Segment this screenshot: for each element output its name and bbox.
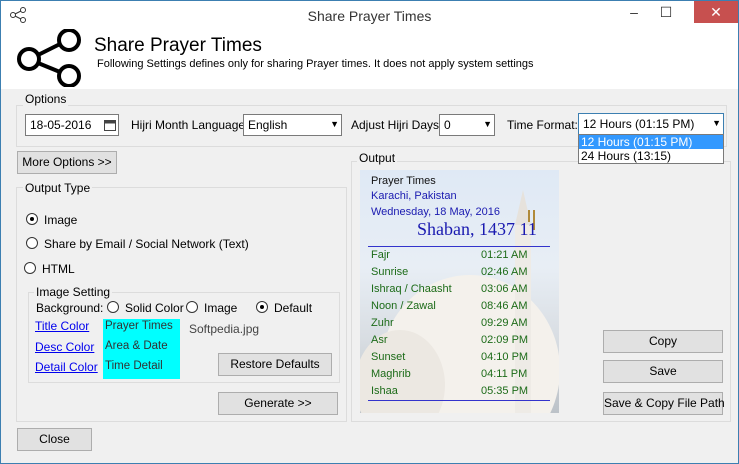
desc-color-link[interactable]: Desc Color <box>35 340 94 354</box>
preview-hijri-date: Shaban, 1437 11 <box>417 219 537 239</box>
copy-button[interactable]: Copy <box>603 330 723 353</box>
title-color-link[interactable]: Title Color <box>35 319 89 333</box>
time-format-label: Time Format: <box>507 118 578 132</box>
prayer-time: 02:09 PM <box>481 334 529 346</box>
share-radio-label: Share by Email / Social Network (Text) <box>44 237 249 251</box>
background-image-radio[interactable] <box>186 301 198 313</box>
prayer-time: 03:06 AM <box>481 283 528 295</box>
detail-color-link[interactable]: Detail Color <box>35 360 98 374</box>
image-setting-label: Image Setting <box>34 285 113 299</box>
prayer-name: Sunset <box>371 351 406 363</box>
title-bar: Share Prayer Times – ☐ ✕ <box>1 1 738 31</box>
chevron-down-icon: ▼ <box>330 119 339 129</box>
restore-defaults-button[interactable]: Restore Defaults <box>218 353 332 376</box>
prayer-name: Zuhr <box>371 317 394 329</box>
prayer-time: 08:46 AM <box>481 300 528 312</box>
swatch-area-text: Area & Date <box>105 340 168 352</box>
image-radio[interactable] <box>26 213 38 225</box>
adjust-hijri-value: 0 <box>444 118 451 132</box>
output-type-label: Output Type <box>23 181 93 195</box>
prayer-time: 09:29 AM <box>481 317 528 329</box>
prayer-time: 02:46 AM <box>481 266 528 278</box>
swatch-title-text: Prayer Times <box>105 320 173 332</box>
prayer-name: Ishraq / Chaasht <box>371 283 452 295</box>
hijri-language-value: English <box>248 118 288 132</box>
close-button[interactable]: Close <box>17 428 92 451</box>
chevron-down-icon: ▼ <box>483 119 492 129</box>
output-label: Output <box>357 151 398 165</box>
adjust-hijri-label: Adjust Hijri Days: <box>351 118 443 132</box>
prayer-time: 04:11 PM <box>481 368 528 380</box>
time-format-dropdown-list: 12 Hours (01:15 PM) 24 Hours (13:15) <box>578 134 724 164</box>
preview-location: Karachi, Pakistan <box>371 190 457 202</box>
header: Share Prayer Times Following Settings de… <box>1 29 738 89</box>
image-radio-label: Image <box>44 213 78 227</box>
maximize-button[interactable]: ☐ <box>651 1 681 23</box>
preview-title: Prayer Times <box>371 175 436 187</box>
chevron-down-icon: ▼ <box>712 118 721 128</box>
save-copy-path-button[interactable]: Save & Copy File Path <box>603 392 725 415</box>
time-format-option-12h[interactable]: 12 Hours (01:15 PM) <box>579 135 723 149</box>
date-picker[interactable]: 18-05-2016 <box>25 114 119 136</box>
solid-color-radio[interactable] <box>107 301 119 313</box>
save-button[interactable]: Save <box>603 360 723 383</box>
page-subtitle: Following Settings defines only for shar… <box>97 58 534 70</box>
prayer-name: Noon / Zawal <box>371 300 436 312</box>
swatch-time-text: Time Detail <box>105 360 163 372</box>
share-logo-icon <box>17 29 81 87</box>
share-radio[interactable] <box>26 237 38 249</box>
more-options-button[interactable]: More Options >> <box>17 151 117 174</box>
prayer-time: 04:10 PM <box>481 351 529 363</box>
adjust-hijri-select[interactable]: 0 ▼ <box>439 114 495 136</box>
default-radio[interactable] <box>256 301 268 313</box>
preview-divider-bottom <box>368 400 550 401</box>
page-title: Share Prayer Times <box>94 35 262 56</box>
html-radio-label: HTML <box>42 262 75 276</box>
app-window: Share Prayer Times – ☐ ✕ Share Prayer Ti… <box>0 0 739 464</box>
output-preview-image: Prayer Times Karachi, Pakistan Wednesday… <box>360 170 559 413</box>
prayer-name: Sunrise <box>371 266 409 278</box>
minimize-button[interactable]: – <box>619 1 649 23</box>
background-label: Background: <box>36 301 104 315</box>
close-window-button[interactable]: ✕ <box>694 1 738 23</box>
default-label: Default <box>274 301 313 315</box>
hijri-language-select[interactable]: English ▼ <box>243 114 342 136</box>
background-file-name: Softpedia.jpg <box>189 322 260 336</box>
prayer-name: Asr <box>371 334 388 346</box>
time-format-value: 12 Hours (01:15 PM) <box>583 117 695 131</box>
options-label: Options <box>23 92 69 106</box>
prayer-time: 01:21 AM <box>481 249 528 261</box>
time-format-option-24h[interactable]: 24 Hours (13:15) <box>579 149 723 163</box>
date-value: 18-05-2016 <box>30 118 92 132</box>
solid-color-label: Solid Color <box>125 301 184 315</box>
html-radio[interactable] <box>24 262 36 274</box>
prayer-name: Fajr <box>371 249 390 261</box>
time-format-select[interactable]: 12 Hours (01:15 PM) ▼ <box>578 113 724 135</box>
preview-divider-top <box>368 246 550 247</box>
prayer-name: Ishaa <box>371 385 398 397</box>
hijri-language-label: Hijri Month Language: <box>131 118 249 132</box>
background-image-label: Image <box>204 301 238 315</box>
prayer-name: Maghrib <box>371 368 411 380</box>
preview-date: Wednesday, 18 May, 2016 <box>371 206 501 218</box>
prayer-time: 05:35 PM <box>481 385 529 397</box>
calendar-icon <box>104 120 116 131</box>
generate-button[interactable]: Generate >> <box>218 392 338 415</box>
